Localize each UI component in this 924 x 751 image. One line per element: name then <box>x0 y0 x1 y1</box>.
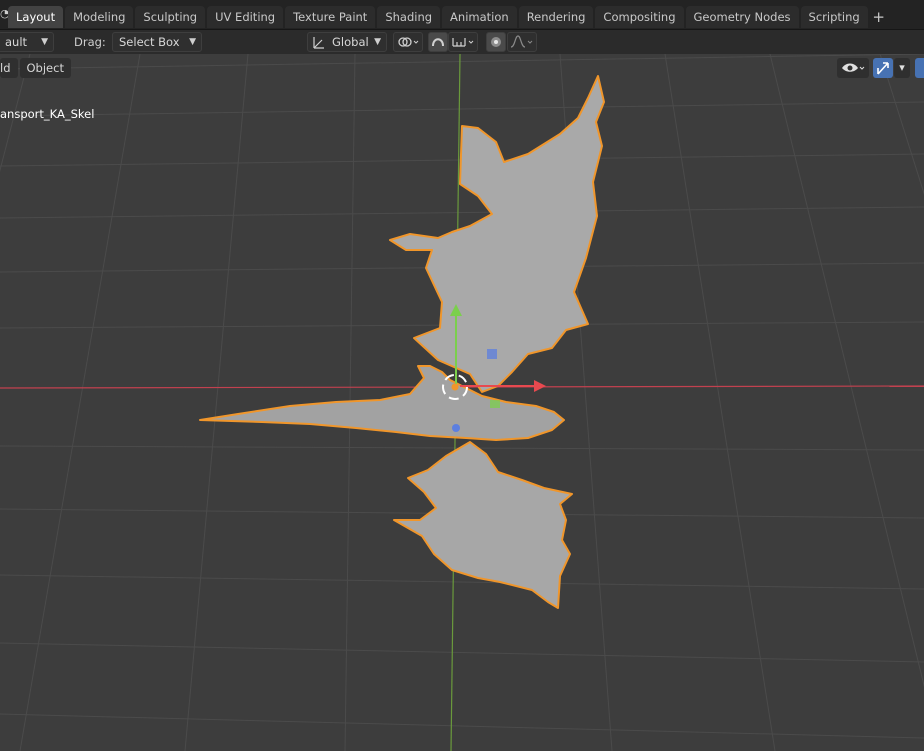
tab-uv-editing[interactable]: UV Editing <box>207 6 284 28</box>
tool-header: ault ▼ Drag: Select Box ▼ Global ▼ <box>0 30 924 54</box>
viewport-mode-bar: ld Object <box>0 58 73 78</box>
tab-animation[interactable]: Animation <box>442 6 517 28</box>
falloff-curve-icon <box>509 35 535 54</box>
object-menu-button[interactable]: Object <box>19 58 71 78</box>
chevron-down-icon: ▾ <box>899 61 905 74</box>
mode-menu-button[interactable]: ld <box>0 58 18 78</box>
drag-label: Drag: <box>74 35 106 49</box>
falloff-button[interactable] <box>507 32 537 52</box>
visibility-dropdown[interactable] <box>837 58 869 78</box>
tab-rendering[interactable]: Rendering <box>518 6 594 28</box>
proportional-edit-toggle[interactable] <box>486 32 506 52</box>
snap-toggle[interactable] <box>428 32 448 52</box>
drag-select-value: Select Box <box>119 35 180 49</box>
tab-compositing[interactable]: Compositing <box>595 6 684 28</box>
tab-sculpting[interactable]: Sculpting <box>135 6 206 28</box>
workspace-topbar: ◔ Layout Modeling Sculpting UV Editing T… <box>0 0 924 30</box>
tab-layout[interactable]: Layout <box>8 6 64 28</box>
visibility-eye-icon <box>839 63 867 81</box>
gizmo-dropdown[interactable]: ▾ <box>894 58 910 78</box>
add-workspace-button[interactable]: + <box>870 8 888 26</box>
orientation-value: ault <box>5 35 28 49</box>
transform-pivot-button[interactable] <box>393 32 423 52</box>
active-object-name: ansport_KA_Skel <box>0 107 95 121</box>
transform-pivot-icon <box>395 37 421 54</box>
transform-orientation-dropdown[interactable]: Global ▼ <box>307 32 387 52</box>
transform-orientation-value: Global <box>332 35 369 49</box>
transform-orientation-icon <box>312 33 326 56</box>
viewport-canvas[interactable] <box>0 54 924 751</box>
snap-target-button[interactable] <box>448 32 478 52</box>
snap-increment-icon <box>450 38 476 54</box>
workspace-tabs: ◔ Layout Modeling Sculpting UV Editing T… <box>0 5 888 29</box>
chevron-down-icon: ▼ <box>41 37 48 47</box>
tab-texture-paint[interactable]: Texture Paint <box>285 6 376 28</box>
tab-scripting[interactable]: Scripting <box>800 6 868 28</box>
tab-modeling[interactable]: Modeling <box>65 6 134 28</box>
proportional-edit-icon <box>488 37 504 54</box>
3d-viewport[interactable]: ld Object ansport_KA_Skel ▾ <box>0 54 924 751</box>
chevron-down-icon: ▼ <box>189 37 196 47</box>
gizmo-icon <box>874 62 892 81</box>
snap-icon <box>430 38 446 54</box>
tab-geometry-nodes[interactable]: Geometry Nodes <box>685 6 799 28</box>
drag-select-dropdown[interactable]: Select Box ▼ <box>112 32 202 52</box>
app-menu-icon[interactable]: ◔ <box>0 7 8 27</box>
gizmo-toggle[interactable] <box>873 58 893 78</box>
tab-shading[interactable]: Shading <box>377 6 441 28</box>
overlay-toggle[interactable] <box>915 58 924 78</box>
orientation-dropdown[interactable]: ault ▼ <box>0 32 54 52</box>
chevron-down-icon: ▼ <box>374 37 381 47</box>
